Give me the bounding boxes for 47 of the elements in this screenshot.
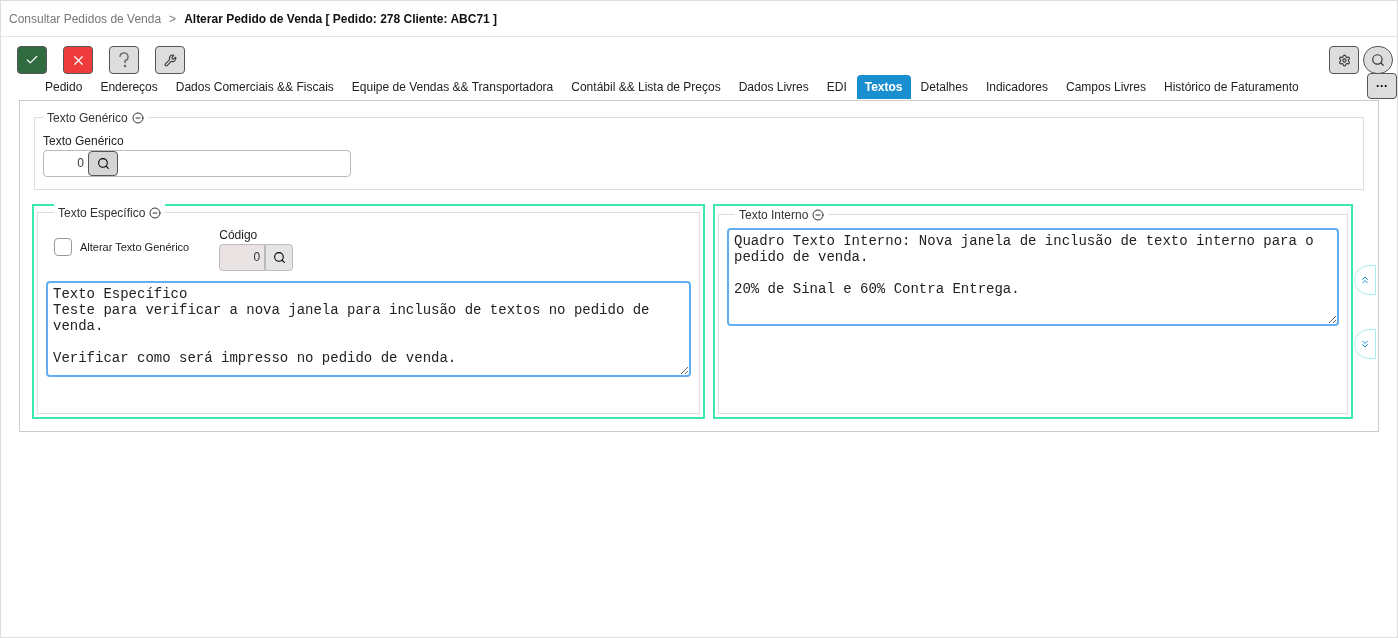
question-mark-icon bbox=[118, 52, 130, 68]
tab[interactable]: Contábil && Lista de Preços bbox=[563, 75, 729, 99]
text-area[interactable]: Texto Específico Teste para verificar a nova janela para inclusão de textos no pedido de venda. Verificar como será impresso no pedido de venda. bbox=[46, 281, 691, 377]
search-icon bbox=[272, 251, 286, 264]
double-chevron-down-icon bbox=[1359, 337, 1371, 350]
check-icon bbox=[25, 53, 39, 67]
collapse-icon[interactable] bbox=[131, 112, 144, 124]
confirm-button[interactable] bbox=[17, 46, 47, 74]
code-value: 0 bbox=[76, 155, 85, 172]
breadcrumb-separator: > bbox=[169, 10, 177, 28]
fieldset-legend: Texto Específico bbox=[58, 204, 146, 222]
page-title: Alterar Pedido de Venda [ Pedido: 278 Cliente: ABC71 ] bbox=[184, 10, 498, 28]
code-field[interactable]: 0 bbox=[219, 244, 266, 271]
more-button[interactable]: ··· bbox=[1367, 73, 1397, 99]
fieldset-legend: Texto Genérico bbox=[47, 109, 128, 127]
collapse-icon[interactable] bbox=[149, 207, 162, 219]
generic-text-field[interactable]: 0 bbox=[43, 150, 351, 177]
tab[interactable]: Equipe de Vendas && Transportadora bbox=[343, 75, 562, 99]
search-icon bbox=[1371, 53, 1385, 67]
search-button[interactable] bbox=[265, 244, 294, 271]
settings-icon bbox=[1337, 53, 1351, 67]
tab[interactable]: Indicadores bbox=[977, 75, 1056, 99]
settings-button[interactable] bbox=[1329, 46, 1359, 74]
help-button[interactable] bbox=[109, 46, 139, 74]
tab[interactable]: Textos bbox=[856, 75, 911, 99]
tab[interactable]: Detalhes bbox=[912, 75, 976, 99]
field-label: Código bbox=[219, 227, 259, 244]
search-icon bbox=[96, 157, 110, 170]
checkbox[interactable] bbox=[54, 238, 72, 256]
fieldset-legend: Texto Interno bbox=[739, 206, 809, 224]
search-button[interactable] bbox=[1363, 46, 1393, 74]
tab[interactable]: Endereços bbox=[92, 75, 166, 99]
tab[interactable]: Histórico de Faturamento bbox=[1156, 75, 1307, 99]
text-area[interactable]: Quadro Texto Interno: Nova janela de inclusão de texto interno para o pedido de venda. 20% de Sinal e 60% Contra Entrega. bbox=[727, 228, 1339, 326]
tab[interactable]: Dados Livres bbox=[730, 75, 817, 99]
cancel-button[interactable] bbox=[63, 46, 93, 74]
breadcrumb-link[interactable]: Consultar Pedidos de Venda bbox=[9, 9, 162, 28]
tab[interactable]: Pedido bbox=[37, 75, 91, 99]
wrench-icon bbox=[163, 53, 177, 67]
tools-button[interactable] bbox=[155, 46, 185, 74]
checkbox-label: Alterar Texto Genérico bbox=[80, 239, 190, 255]
collapse-icon[interactable] bbox=[812, 209, 825, 221]
tab[interactable]: EDI bbox=[818, 75, 855, 99]
tab[interactable]: Campos Livres bbox=[1057, 75, 1154, 99]
field-label: Texto Genérico bbox=[43, 133, 125, 150]
search-button[interactable] bbox=[88, 151, 118, 176]
tab[interactable]: Dados Comerciais && Fiscais bbox=[167, 75, 342, 99]
